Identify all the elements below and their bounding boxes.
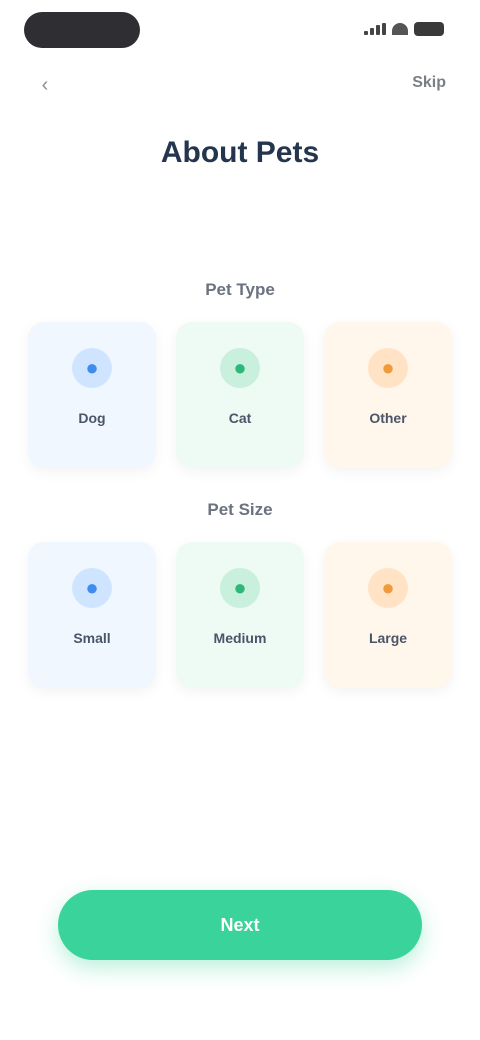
option-card-medium[interactable]: ● Medium <box>176 542 304 688</box>
section-label-pet-type: Pet Type <box>205 280 275 299</box>
status-pill <box>24 12 140 48</box>
status-bar <box>0 0 480 56</box>
option-card-dog[interactable]: ● Dog <box>28 322 156 468</box>
dog-icon: ● <box>72 348 112 388</box>
pet-size-grid: ● Small ● Medium ● Large <box>28 542 452 688</box>
back-button[interactable]: ‹ <box>30 70 60 100</box>
continue-button[interactable]: Next <box>58 890 422 960</box>
page-title: About Pets <box>160 136 320 169</box>
option-name: Medium <box>213 630 267 646</box>
status-indicators <box>364 22 444 36</box>
chevron-left-icon: ‹ <box>41 73 49 96</box>
section-label-pet-size: Pet Size <box>207 500 273 519</box>
cat-icon: ● <box>220 348 260 388</box>
wifi-icon <box>392 23 408 35</box>
small-size-icon: ● <box>72 568 112 608</box>
skip-button[interactable]: Skip <box>412 74 446 92</box>
pet-type-grid: ● Dog ● Cat ● Other <box>28 322 452 468</box>
large-size-icon: ● <box>368 568 408 608</box>
option-name: Small <box>73 630 111 646</box>
paw-icon: ● <box>368 348 408 388</box>
option-name: Large <box>368 630 408 646</box>
signal-icon <box>364 23 386 35</box>
option-name: Other <box>369 410 407 426</box>
option-card-cat[interactable]: ● Cat <box>176 322 304 468</box>
option-card-other[interactable]: ● Other <box>324 322 452 468</box>
nav-bar: ‹ Skip <box>0 58 480 110</box>
medium-size-icon: ● <box>220 568 260 608</box>
option-card-small[interactable]: ● Small <box>28 542 156 688</box>
battery-icon <box>414 22 444 36</box>
option-name: Cat <box>228 410 252 426</box>
option-card-large[interactable]: ● Large <box>324 542 452 688</box>
option-name: Dog <box>78 410 106 426</box>
